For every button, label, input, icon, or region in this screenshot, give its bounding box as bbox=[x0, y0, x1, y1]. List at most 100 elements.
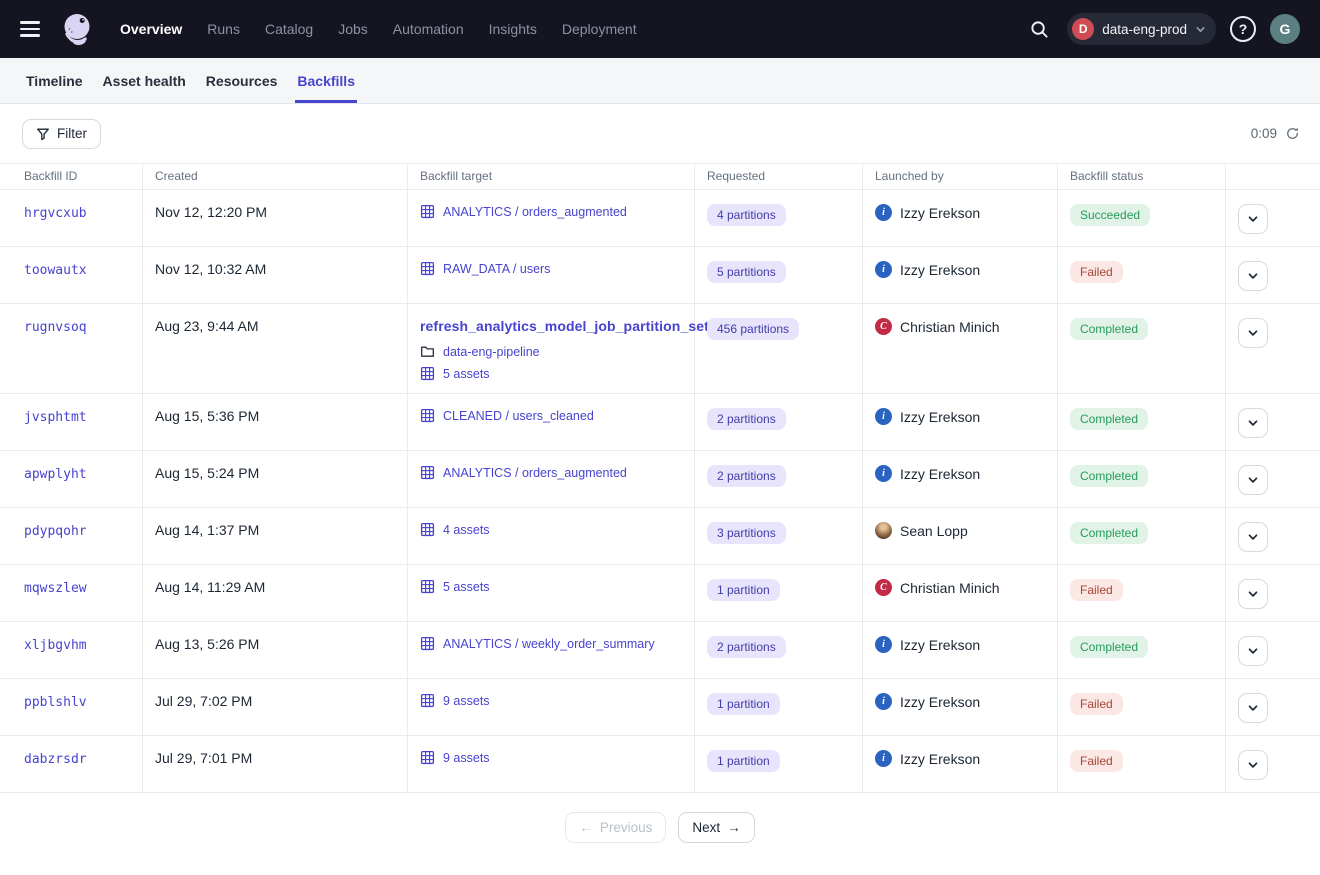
tab-asset-health[interactable]: Asset health bbox=[101, 58, 188, 103]
nav-item-runs[interactable]: Runs bbox=[201, 15, 246, 43]
requested-badge: 1 partition bbox=[707, 693, 780, 715]
target-cell: ANALYTICS / orders_augmented bbox=[408, 190, 695, 246]
table-body: hrgvcxub Nov 12, 12:20 PM ANALYTICS / or… bbox=[0, 190, 1320, 793]
target-cell: 4 assets bbox=[408, 508, 695, 564]
chevron-down-icon bbox=[1247, 213, 1259, 225]
tab-backfills[interactable]: Backfills bbox=[295, 58, 357, 103]
filter-button-label: Filter bbox=[57, 126, 87, 141]
filter-button[interactable]: Filter bbox=[22, 119, 101, 149]
backfill-id-link[interactable]: dabzrsdr bbox=[24, 752, 87, 767]
backfill-id-cell: toowautx bbox=[0, 247, 143, 303]
row-actions-button[interactable] bbox=[1238, 693, 1268, 723]
chevron-down-icon bbox=[1247, 270, 1259, 282]
requested-badge: 5 partitions bbox=[707, 261, 786, 283]
primary-nav: Overview Runs Catalog Jobs Automation Insight… bbox=[114, 15, 643, 43]
requested-badge: 2 partitions bbox=[707, 636, 786, 658]
actions-cell bbox=[1226, 736, 1320, 792]
column-header-actions bbox=[1226, 164, 1320, 189]
tab-resources[interactable]: Resources bbox=[204, 58, 280, 103]
code-location-link[interactable]: data-eng-pipeline bbox=[443, 345, 540, 359]
backfill-id-link[interactable]: hrgvcxub bbox=[24, 206, 87, 221]
asset-link[interactable]: ANALYTICS / weekly_order_summary bbox=[443, 637, 655, 651]
requested-cell: 2 partitions bbox=[695, 451, 863, 507]
nav-item-jobs[interactable]: Jobs bbox=[332, 15, 374, 43]
backfill-id-link[interactable]: mqwszlew bbox=[24, 581, 87, 596]
status-badge: Completed bbox=[1070, 522, 1148, 544]
backfill-id-cell: mqwszlew bbox=[0, 565, 143, 621]
asset-link[interactable]: ANALYTICS / orders_augmented bbox=[443, 466, 627, 480]
asset-link[interactable]: 9 assets bbox=[443, 694, 490, 708]
asset-link[interactable]: 9 assets bbox=[443, 751, 490, 765]
requested-cell: 1 partition bbox=[695, 736, 863, 792]
status-cell: Completed bbox=[1058, 508, 1226, 564]
created-cell: Aug 14, 1:37 PM bbox=[143, 508, 408, 564]
requested-badge: 456 partitions bbox=[707, 318, 799, 340]
backfill-id-link[interactable]: rugnvsoq bbox=[24, 320, 87, 335]
asset-link[interactable]: CLEANED / users_cleaned bbox=[443, 409, 594, 423]
nav-item-insights[interactable]: Insights bbox=[483, 15, 543, 43]
deployment-switcher[interactable]: D data-eng-prod bbox=[1067, 13, 1216, 45]
asset-icon bbox=[420, 465, 435, 480]
status-badge: Failed bbox=[1070, 261, 1123, 283]
row-actions-button[interactable] bbox=[1238, 636, 1268, 666]
job-link[interactable]: refresh_analytics_model_job_partition_se… bbox=[420, 318, 682, 334]
chevron-down-icon bbox=[1247, 327, 1259, 339]
help-icon[interactable]: ? bbox=[1230, 16, 1256, 42]
row-actions-button[interactable] bbox=[1238, 579, 1268, 609]
assets-link[interactable]: 5 assets bbox=[443, 367, 490, 381]
requested-cell: 2 partitions bbox=[695, 622, 863, 678]
nav-item-overview[interactable]: Overview bbox=[114, 15, 188, 43]
backfill-id-link[interactable]: jvsphtmt bbox=[24, 410, 87, 425]
backfill-id-link[interactable]: toowautx bbox=[24, 263, 87, 278]
backfill-id-link[interactable]: ppblshlv bbox=[24, 695, 87, 710]
row-actions-button[interactable] bbox=[1238, 465, 1268, 495]
backfill-id-cell: xljbgvhm bbox=[0, 622, 143, 678]
chevron-down-icon bbox=[1247, 474, 1259, 486]
row-actions-button[interactable] bbox=[1238, 204, 1268, 234]
backfill-id-link[interactable]: xljbgvhm bbox=[24, 638, 87, 653]
row-actions-button[interactable] bbox=[1238, 408, 1268, 438]
backfill-id-link[interactable]: pdypqohr bbox=[24, 524, 87, 539]
requested-badge: 2 partitions bbox=[707, 408, 786, 430]
nav-item-deployment[interactable]: Deployment bbox=[556, 15, 643, 43]
asset-link[interactable]: 4 assets bbox=[443, 523, 490, 537]
created-cell: Aug 15, 5:36 PM bbox=[143, 394, 408, 450]
nav-item-catalog[interactable]: Catalog bbox=[259, 15, 319, 43]
created-timestamp: Aug 14, 1:37 PM bbox=[155, 522, 259, 538]
menu-icon[interactable] bbox=[18, 17, 42, 41]
status-cell: Completed bbox=[1058, 622, 1226, 678]
launcher-avatar: i bbox=[875, 408, 892, 425]
chevron-down-icon bbox=[1247, 531, 1259, 543]
tab-timeline[interactable]: Timeline bbox=[24, 58, 85, 103]
next-page-button[interactable]: Next → bbox=[678, 812, 754, 843]
backfill-id-link[interactable]: apwplyht bbox=[24, 467, 87, 482]
pagination: ← Previous Next → bbox=[0, 812, 1320, 843]
launched-by-cell: i Izzy Erekson bbox=[863, 736, 1058, 792]
next-page-label: Next bbox=[692, 820, 720, 835]
asset-link[interactable]: ANALYTICS / orders_augmented bbox=[443, 205, 627, 219]
launcher-name: Izzy Erekson bbox=[900, 694, 980, 710]
target-cell: 9 assets bbox=[408, 736, 695, 792]
asset-link[interactable]: 5 assets bbox=[443, 580, 490, 594]
requested-cell: 1 partition bbox=[695, 565, 863, 621]
refresh-icon[interactable] bbox=[1285, 126, 1300, 141]
target-cell: RAW_DATA / users bbox=[408, 247, 695, 303]
created-timestamp: Aug 13, 5:26 PM bbox=[155, 636, 259, 652]
nav-item-automation[interactable]: Automation bbox=[387, 15, 470, 43]
column-header-requested: Requested bbox=[695, 164, 863, 189]
row-actions-button[interactable] bbox=[1238, 522, 1268, 552]
row-actions-button[interactable] bbox=[1238, 318, 1268, 348]
user-avatar[interactable]: G bbox=[1270, 14, 1300, 44]
asset-link[interactable]: RAW_DATA / users bbox=[443, 262, 550, 276]
status-cell: Failed bbox=[1058, 247, 1226, 303]
launched-by-cell: i Izzy Erekson bbox=[863, 394, 1058, 450]
row-actions-button[interactable] bbox=[1238, 750, 1268, 780]
launched-by-cell: i Izzy Erekson bbox=[863, 451, 1058, 507]
previous-page-button[interactable]: ← Previous bbox=[565, 812, 666, 843]
search-icon[interactable] bbox=[1025, 15, 1053, 43]
dagster-logo-icon[interactable] bbox=[56, 8, 98, 50]
launcher-name: Izzy Erekson bbox=[900, 205, 980, 221]
launcher-name: Izzy Erekson bbox=[900, 409, 980, 425]
target-cell: CLEANED / users_cleaned bbox=[408, 394, 695, 450]
row-actions-button[interactable] bbox=[1238, 261, 1268, 291]
